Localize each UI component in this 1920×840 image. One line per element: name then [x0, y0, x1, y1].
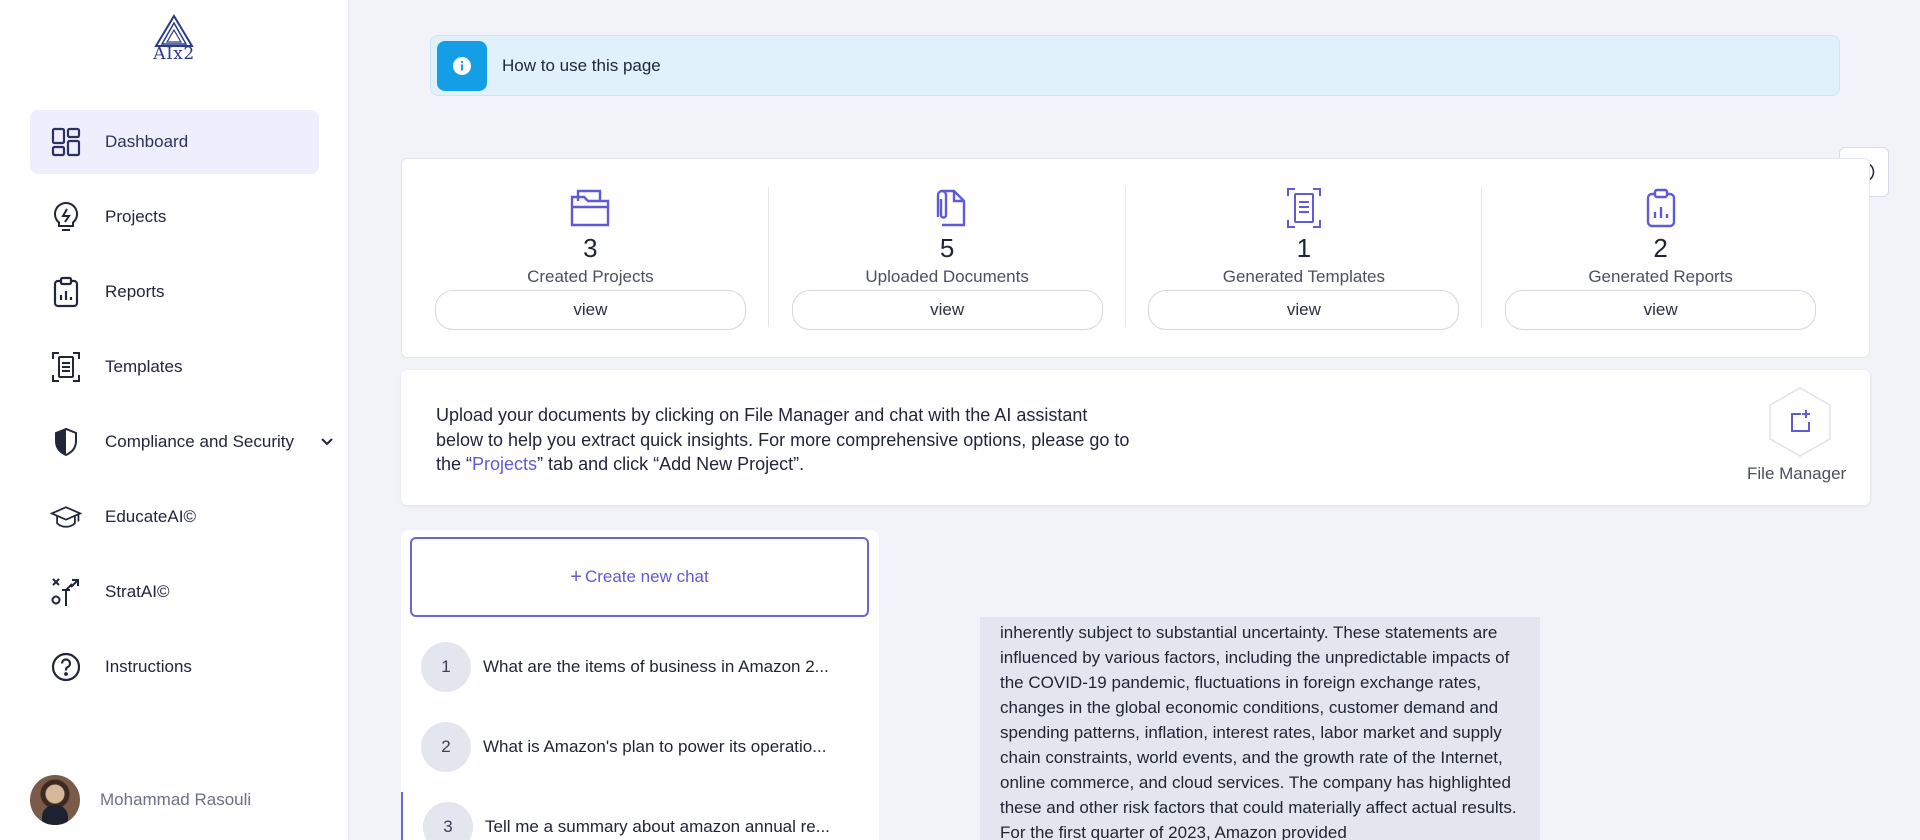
upload-text-end: ” tab and click “Add New Project”. — [537, 454, 805, 474]
attachment-doc-icon — [928, 187, 966, 229]
assistant-message: inherently subject to substantial uncert… — [980, 617, 1540, 840]
app-logo[interactable]: AIx2 — [147, 14, 201, 68]
chat-title: What are the items of business in Amazon… — [483, 657, 829, 676]
folder-icon — [569, 187, 611, 229]
file-add-icon — [1769, 387, 1831, 457]
file-manager-button[interactable] — [1767, 386, 1833, 458]
chat-number: 2 — [421, 722, 471, 772]
user-profile[interactable]: Mohammad Rasouli — [30, 775, 251, 825]
chat-title: Tell me a summary about amazon annual re… — [485, 817, 830, 836]
graduation-cap-icon — [50, 501, 82, 533]
stat-label: Generated Reports — [1588, 267, 1733, 286]
sidebar-item-instructions[interactable]: Instructions — [30, 635, 319, 699]
stat-value: 3 — [583, 233, 598, 263]
chat-item-selected[interactable]: 3 Tell me a summary about amazon annual … — [401, 792, 879, 840]
stat-value: 1 — [1296, 233, 1312, 263]
strategy-icon — [50, 576, 82, 608]
sidebar-item-label: Instructions — [105, 657, 192, 676]
banner-text: How to use this page — [502, 55, 661, 75]
view-projects-button[interactable]: view — [434, 290, 746, 330]
upload-instructions-card: Upload your documents by clicking on Fil… — [401, 370, 1870, 505]
sidebar-item-educateai[interactable]: EducateAI© — [30, 485, 319, 549]
stat-label: Generated Templates — [1222, 267, 1385, 286]
sidebar-item-label: Projects — [105, 207, 167, 226]
upload-instructions: Upload your documents by clicking on Fil… — [436, 403, 1136, 477]
question-icon — [50, 651, 82, 683]
dashboard-icon — [50, 126, 82, 158]
sidebar-item-label: StratAI© — [105, 582, 170, 601]
view-reports-button[interactable]: view — [1505, 290, 1817, 330]
stat-value: 5 — [939, 233, 955, 263]
template-doc-icon — [1286, 187, 1322, 229]
sidebar-item-templates[interactable]: Templates — [30, 335, 319, 399]
stat-value: 2 — [1653, 233, 1668, 263]
chat-number: 3 — [423, 802, 473, 840]
projects-link[interactable]: Projects — [472, 454, 537, 474]
sidebar-item-label: Templates — [105, 357, 183, 376]
stats-panel: 3 Created Projects view 5 Uploaded Docum… — [401, 158, 1870, 358]
sidebar-item-compliance[interactable]: Compliance and Security — [30, 410, 333, 474]
sidebar-item-dashboard[interactable]: Dashboard — [30, 110, 319, 174]
avatar — [30, 775, 80, 825]
create-new-chat-label: Create new chat — [584, 567, 709, 586]
chat-item[interactable]: 2 What is Amazon's plan to power its ope… — [401, 712, 879, 782]
sidebar-item-label: EducateAI© — [105, 507, 196, 526]
how-to-banner[interactable]: How to use this page — [430, 35, 1840, 96]
sidebar-item-stratai[interactable]: StratAI© — [30, 560, 319, 624]
bulb-icon — [50, 201, 82, 233]
logo-triangle-icon — [154, 14, 194, 47]
stat-generated-reports: 2 Generated Reports view — [1481, 187, 1839, 357]
stat-label: Created Projects — [527, 267, 654, 286]
shield-icon — [50, 426, 82, 458]
user-name: Mohammad Rasouli — [100, 790, 252, 809]
clipboard-icon — [50, 276, 82, 308]
sidebar: AIx2 Dashboard Projects Reports Template… — [0, 0, 349, 840]
view-documents-button[interactable]: view — [791, 290, 1103, 330]
create-new-chat-button[interactable]: + Create new chat — [410, 537, 869, 617]
sidebar-item-reports[interactable]: Reports — [30, 260, 319, 324]
chat-item[interactable]: 1 What are the items of business in Amaz… — [401, 632, 879, 702]
plus-icon: + — [570, 565, 582, 588]
chevron-down-icon[interactable] — [317, 432, 337, 452]
logo-text: AIx2 — [153, 44, 195, 64]
file-manager-label[interactable]: File Manager — [1747, 464, 1846, 484]
chat-title: What is Amazon's plan to power its opera… — [483, 737, 827, 756]
view-templates-button[interactable]: view — [1148, 290, 1460, 330]
template-icon — [50, 351, 82, 383]
chat-history-panel: + Create new chat 1 What are the items of… — [401, 530, 879, 840]
report-clipboard-icon — [1645, 187, 1677, 229]
stat-uploaded-documents: 5 Uploaded Documents view — [767, 187, 1126, 357]
chat-number: 1 — [421, 642, 471, 692]
info-icon — [437, 40, 487, 91]
sidebar-item-label: Dashboard — [105, 132, 189, 151]
sidebar-item-label: Reports — [105, 282, 165, 301]
sidebar-item-label: Compliance and Security — [105, 432, 294, 451]
sidebar-nav: Dashboard Projects Reports Templates Com… — [30, 110, 333, 710]
stat-created-projects: 3 Created Projects view — [412, 187, 769, 357]
sidebar-item-projects[interactable]: Projects — [30, 185, 319, 249]
stat-generated-templates: 1 Generated Templates view — [1124, 187, 1483, 357]
stat-label: Uploaded Documents — [865, 267, 1029, 286]
